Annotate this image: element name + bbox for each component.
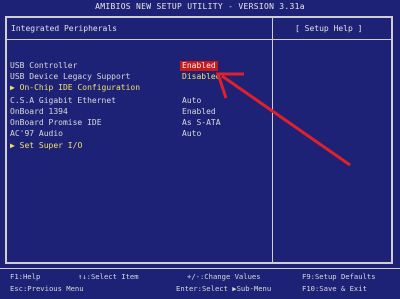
hint-help: F1:Help [10, 272, 41, 281]
hint-select-item: ↑↓:Select Item [78, 272, 139, 281]
hint-save-exit: F10:Save & Exit [302, 284, 367, 293]
hint-setup-defaults: F9:Setup Defaults [302, 272, 376, 281]
hint-previous-menu: Esc:Previous Menu [10, 284, 84, 293]
bios-screen: AMIBIOS NEW SETUP UTILITY - VERSION 3.31… [0, 0, 400, 299]
hint-select-submenu: Enter:Select ▶Sub-Menu [176, 284, 272, 293]
arrow-shaft [221, 74, 351, 167]
footer-divider [0, 268, 400, 269]
annotation-arrow [215, 72, 351, 167]
hint-change-values: +/-:Change Values [187, 272, 261, 281]
